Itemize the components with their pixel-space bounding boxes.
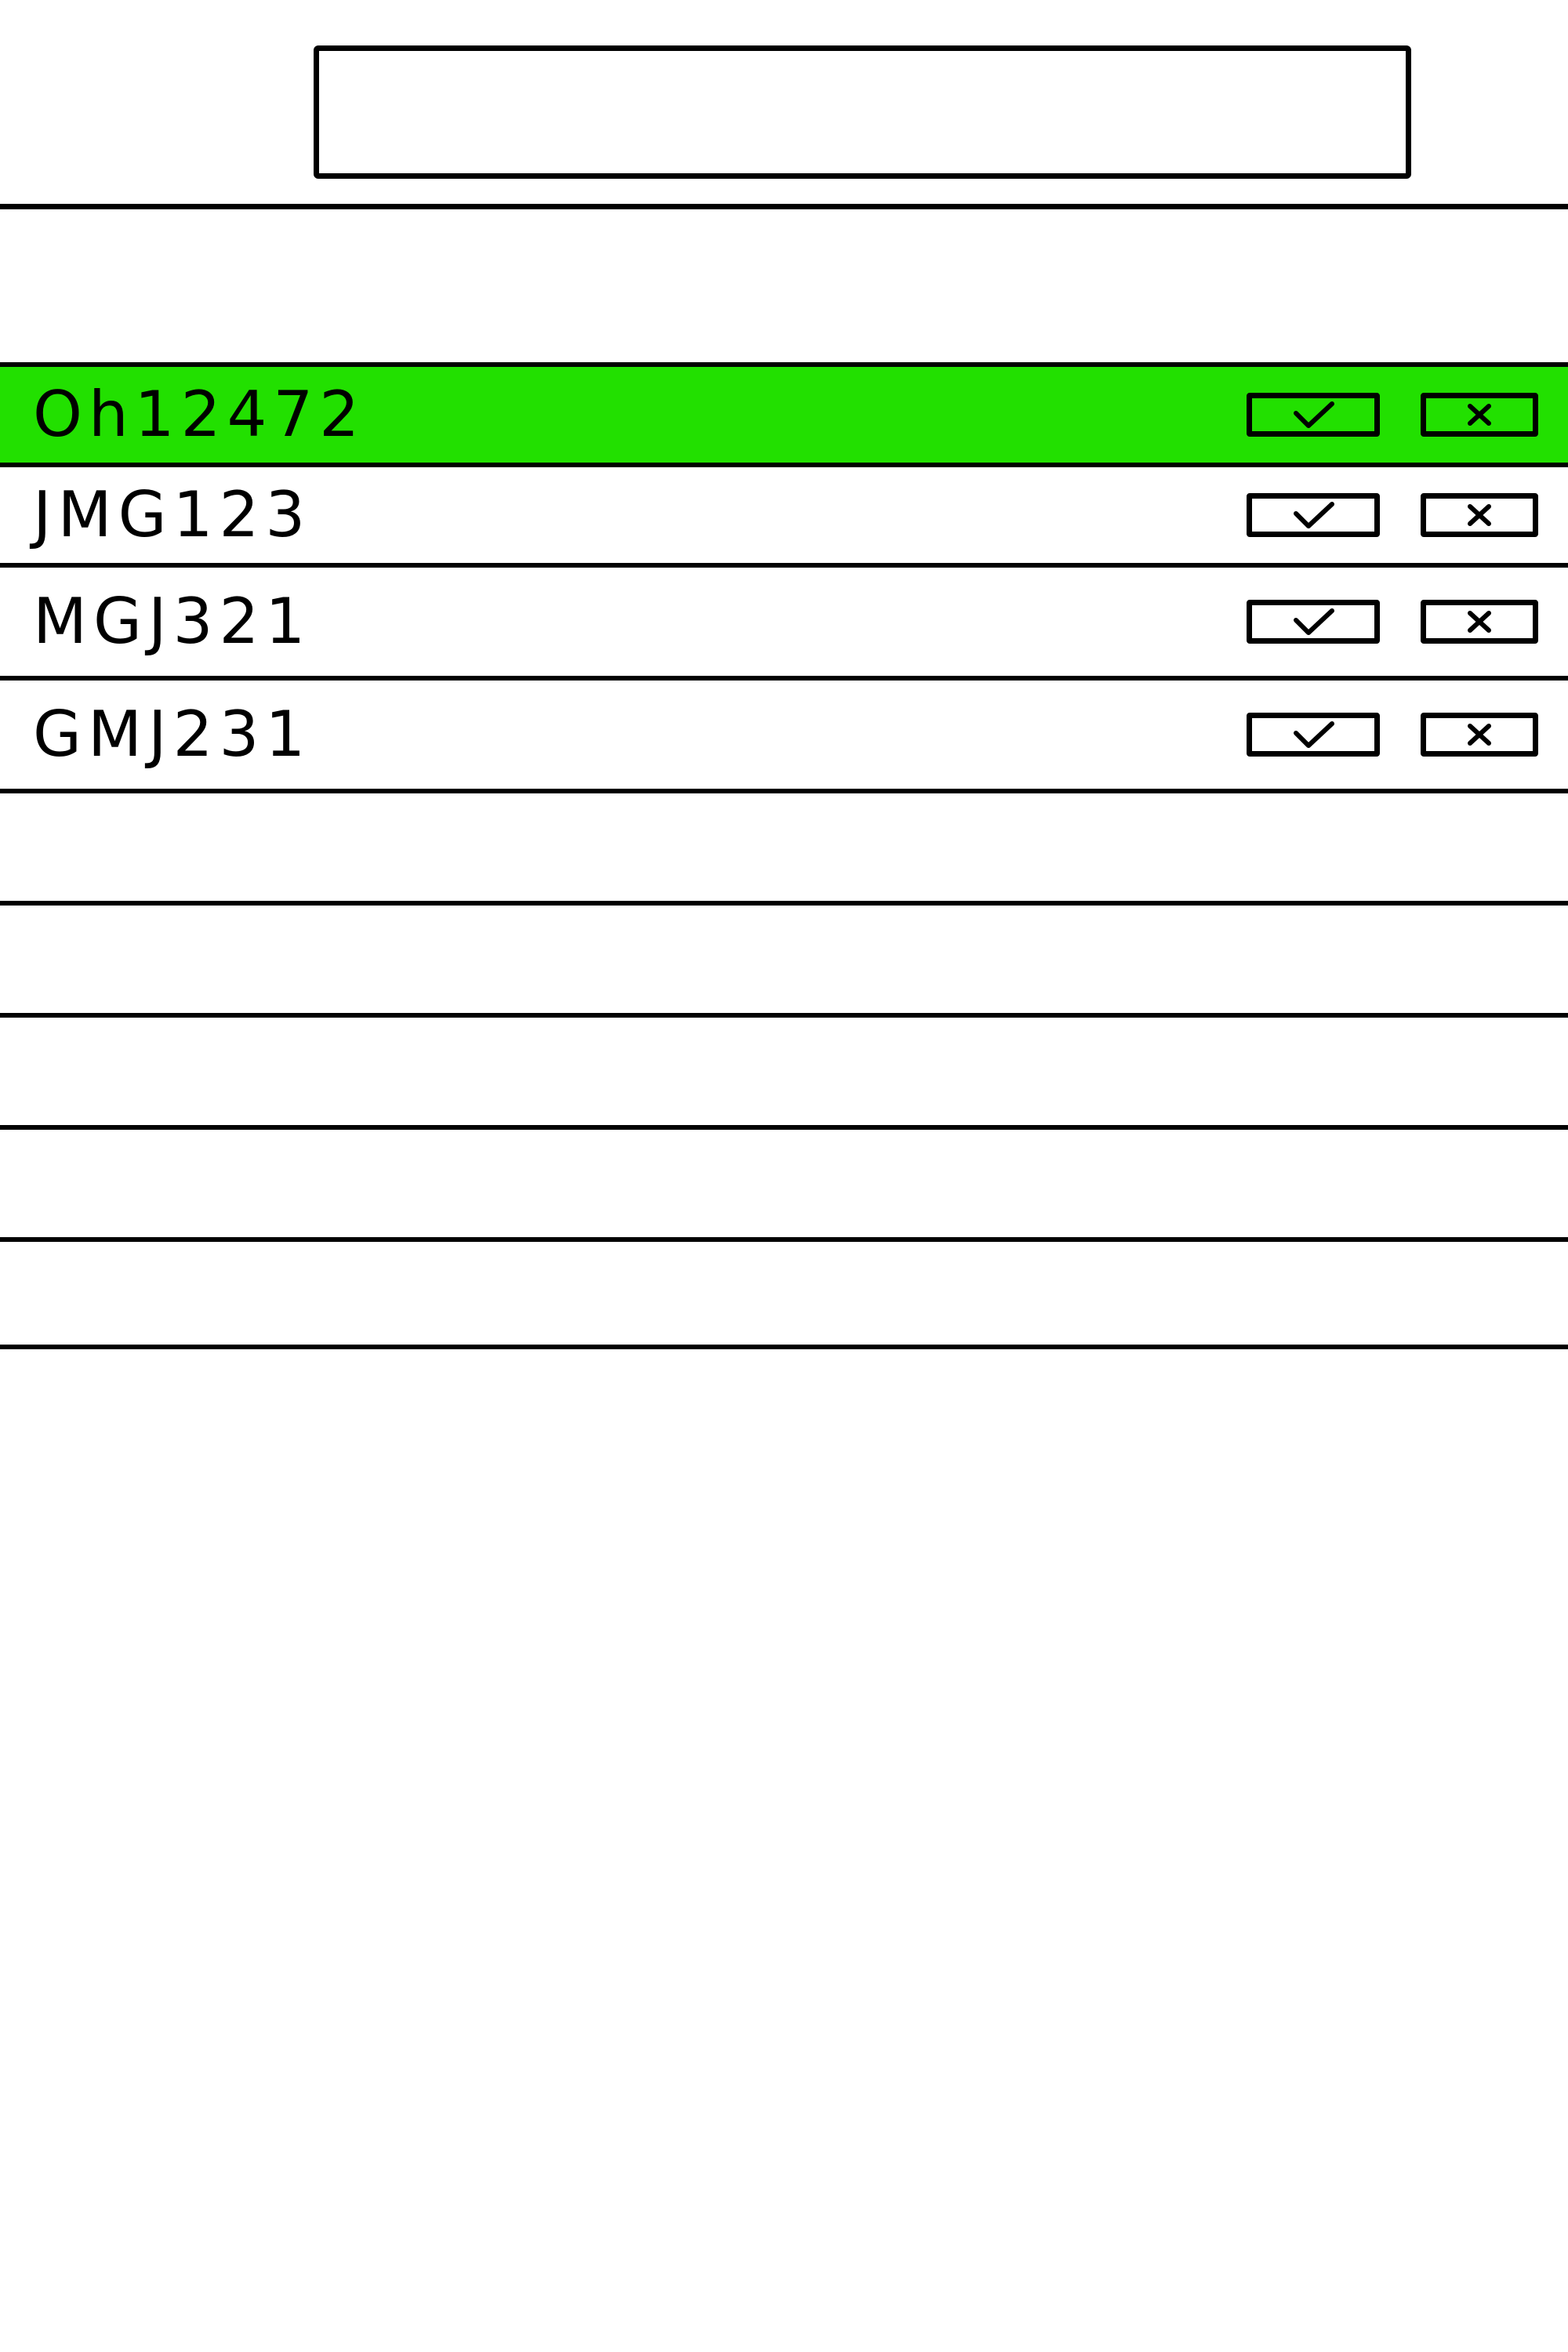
list-item[interactable]: MGJ321 — [0, 563, 1568, 676]
list-item-label: MGJ321 — [33, 585, 312, 658]
reject-button[interactable] — [1421, 493, 1538, 537]
x-icon — [1468, 504, 1491, 526]
empty-list-row — [0, 789, 1568, 901]
list-item-label: GMJ231 — [33, 698, 312, 771]
screen: Oh12472 JMG123 MGJ321 GMJ231 — [0, 0, 1568, 2352]
search-input[interactable] — [314, 45, 1411, 179]
list-item[interactable]: JMG123 — [0, 463, 1568, 563]
x-icon — [1468, 724, 1491, 746]
item-list: Oh12472 JMG123 MGJ321 GMJ231 — [0, 362, 1568, 1349]
check-icon — [1294, 502, 1334, 528]
reject-button[interactable] — [1421, 393, 1538, 437]
accept-button[interactable] — [1247, 393, 1380, 437]
row-actions — [1247, 493, 1538, 537]
list-item[interactable]: Oh12472 — [0, 362, 1568, 463]
header-divider — [0, 204, 1568, 209]
row-actions — [1247, 600, 1538, 644]
row-actions — [1247, 393, 1538, 437]
empty-list-row — [0, 901, 1568, 1013]
x-icon — [1468, 611, 1491, 633]
check-icon — [1294, 608, 1334, 635]
row-actions — [1247, 713, 1538, 757]
accept-button[interactable] — [1247, 493, 1380, 537]
list-item-label: JMG123 — [33, 478, 312, 551]
empty-list-row — [0, 1237, 1568, 1349]
reject-button[interactable] — [1421, 713, 1538, 757]
x-icon — [1468, 404, 1491, 426]
empty-list-row — [0, 1125, 1568, 1237]
reject-button[interactable] — [1421, 600, 1538, 644]
list-item-label: Oh12472 — [33, 378, 366, 451]
empty-list-row — [0, 1013, 1568, 1125]
check-icon — [1294, 721, 1334, 748]
list-item[interactable]: GMJ231 — [0, 676, 1568, 789]
accept-button[interactable] — [1247, 600, 1380, 644]
accept-button[interactable] — [1247, 713, 1380, 757]
check-icon — [1294, 401, 1334, 428]
